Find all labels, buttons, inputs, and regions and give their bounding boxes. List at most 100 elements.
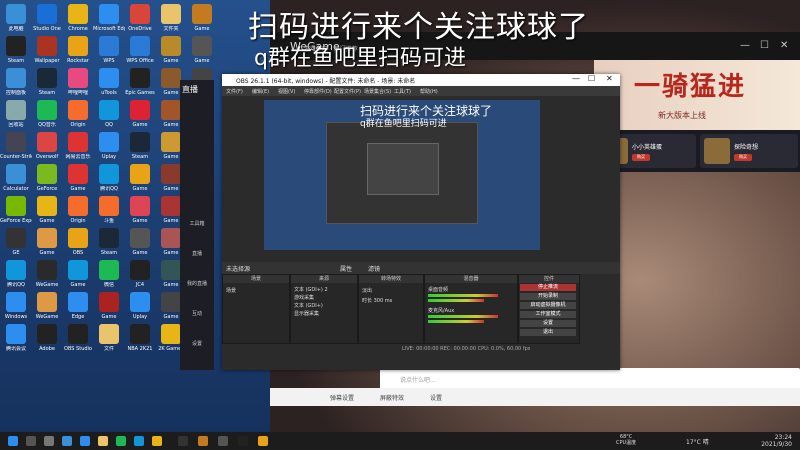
danmaku-settings-button[interactable]: 弹幕设置 [330,393,354,402]
desktop-icon[interactable]: 回收站 [0,100,32,128]
desktop-icon[interactable]: JC4 [124,260,156,288]
desktop-icon[interactable]: 腾讯QQ [0,260,32,288]
menu-help[interactable]: 帮助(H) [420,88,438,95]
desktop-icon[interactable]: Chrome [62,4,94,32]
desktop-icon[interactable]: Game [124,164,156,192]
buy-tag[interactable]: 购买 [734,154,752,161]
qq-icon[interactable] [134,436,144,446]
menu-file[interactable]: 文件(F) [226,88,243,95]
virtual-camera-button[interactable]: 启动虚拟摄像机 [520,302,576,309]
minimize-icon[interactable]: — [572,74,580,83]
system-clock[interactable]: 23:24 2021/9/30 [761,434,792,448]
buy-tag[interactable]: 购买 [632,154,650,161]
companion-item-tools[interactable]: 工具箱 [182,220,212,227]
app-icon[interactable] [198,436,208,446]
companion-item-live[interactable]: 直播 [182,250,212,257]
menu-scene-collection[interactable]: 场景集合(S) [364,88,391,95]
desktop-icon[interactable]: Game [155,36,187,64]
edge-icon[interactable] [80,436,90,446]
desktop-icon[interactable]: Epic Games [124,68,156,96]
maximize-icon[interactable]: ☐ [760,40,769,51]
desktop-icon[interactable]: WeGame [31,260,63,288]
desktop-icon[interactable]: Game [124,196,156,224]
app-icon[interactable] [218,436,228,446]
minimize-icon[interactable]: — [740,40,750,51]
desktop-icon[interactable]: Steam [124,132,156,160]
desktop-icon[interactable]: Game [186,36,218,64]
desktop-icon[interactable]: 网易云音乐 [62,132,94,160]
menu-tools[interactable]: 工具(T) [394,88,411,95]
desktop-icon[interactable]: Origin [62,100,94,128]
desktop-icon[interactable]: Uplay [93,132,125,160]
desktop-icon[interactable]: 文件 [93,324,125,352]
menu-edit[interactable]: 编辑(E) [252,88,269,95]
desktop-icon[interactable]: WPS [93,36,125,64]
close-icon[interactable]: ✕ [606,74,613,83]
desktop-icon[interactable]: Rockstar [62,36,94,64]
weather-widget[interactable]: 17°C 晴 [686,437,709,446]
explorer-icon[interactable] [98,436,108,446]
search-icon[interactable] [26,436,36,446]
transition-select[interactable]: 淡出 [362,287,372,294]
desktop-icon[interactable]: 哔哩哔哩 [62,68,94,96]
desktop-icon[interactable]: Game [186,4,218,32]
desktop-icon[interactable]: OBS [62,228,94,256]
desktop-icon[interactable]: 腾讯QQ [93,164,125,192]
transition-duration[interactable]: 时长 300 ms [362,297,392,304]
promo-banner[interactable]: 一骑猛进 新大版本上线 [594,60,800,130]
companion-item-settings[interactable]: 设置 [182,340,212,347]
maximize-icon[interactable]: ☐ [588,74,595,83]
desktop-icon[interactable]: Uplay [124,292,156,320]
desktop-icon[interactable]: QQ音乐 [31,100,63,128]
source-item[interactable]: 游戏采集 [294,294,314,301]
menu-view[interactable]: 视图(V) [278,88,295,95]
scene-item[interactable]: 场景 [226,287,236,294]
desktop-icon[interactable]: GeForce Experience [0,196,32,224]
menu-docks[interactable]: 停靠部件(D) [304,88,332,95]
source-item[interactable]: 显示器采集 [294,310,319,317]
desktop-icon[interactable]: Steam [31,68,63,96]
settings-button[interactable]: 设置 [520,320,576,327]
companion-item-interact[interactable]: 互动 [182,310,212,317]
block-effects-button[interactable]: 屏蔽特效 [380,393,404,402]
settings-button[interactable]: 设置 [430,393,442,402]
desktop-icon[interactable]: NBA 2K21 [124,324,156,352]
desktop-icon[interactable]: Windows [0,292,32,320]
obs-taskbar-icon[interactable] [178,436,188,446]
app-icon[interactable] [238,436,248,446]
app-icon[interactable] [258,436,268,446]
mic-volume-slider[interactable] [428,320,484,323]
desktop-icon[interactable]: Studio One [31,4,63,32]
desktop-icon[interactable]: Origin [62,196,94,224]
source-item[interactable]: 文本 (GDI+) [294,302,323,309]
desktop-icon[interactable]: uTools [93,68,125,96]
companion-item-mylive[interactable]: 我的直播 [182,280,212,287]
desktop-icon[interactable]: 腾讯会议 [0,324,32,352]
app-icon[interactable] [62,436,72,446]
desktop-icon[interactable]: Game [62,164,94,192]
desktop-icon[interactable]: OneDrive [124,4,156,32]
desktop-icon[interactable]: Game [124,228,156,256]
desktop-icon[interactable]: Game [62,260,94,288]
desktop-icon[interactable]: Edge [62,292,94,320]
desktop-icon[interactable]: Game [31,196,63,224]
source-item[interactable]: 文本 (GDI+) 2 [294,286,328,293]
chrome-icon[interactable] [152,436,162,446]
desktop-icon[interactable]: Microsoft Edge [93,4,125,32]
desktop-icon[interactable]: Calculator [0,164,32,192]
desktop-icon[interactable]: OBS Studio [62,324,94,352]
desktop-icon[interactable]: WeGame [31,292,63,320]
desktop-icon[interactable]: Counter-Strike [0,132,32,160]
desktop-icon[interactable]: WPS Office [124,36,156,64]
desktop-icon[interactable]: Adobe [31,324,63,352]
desktop-audio-volume-slider[interactable] [428,299,484,302]
desktop-icon[interactable]: Game [124,100,156,128]
desktop-icon[interactable]: 斗鱼 [93,196,125,224]
filters-button[interactable]: 滤镜 [368,264,380,273]
chat-input[interactable]: 说点什么吧... [380,368,800,390]
stop-streaming-button[interactable]: 停止推流 [520,284,576,291]
start-button-icon[interactable] [8,436,18,446]
properties-button[interactable]: 属性 [340,264,352,273]
desktop-icon[interactable]: Steam [93,228,125,256]
task-view-icon[interactable] [44,436,54,446]
